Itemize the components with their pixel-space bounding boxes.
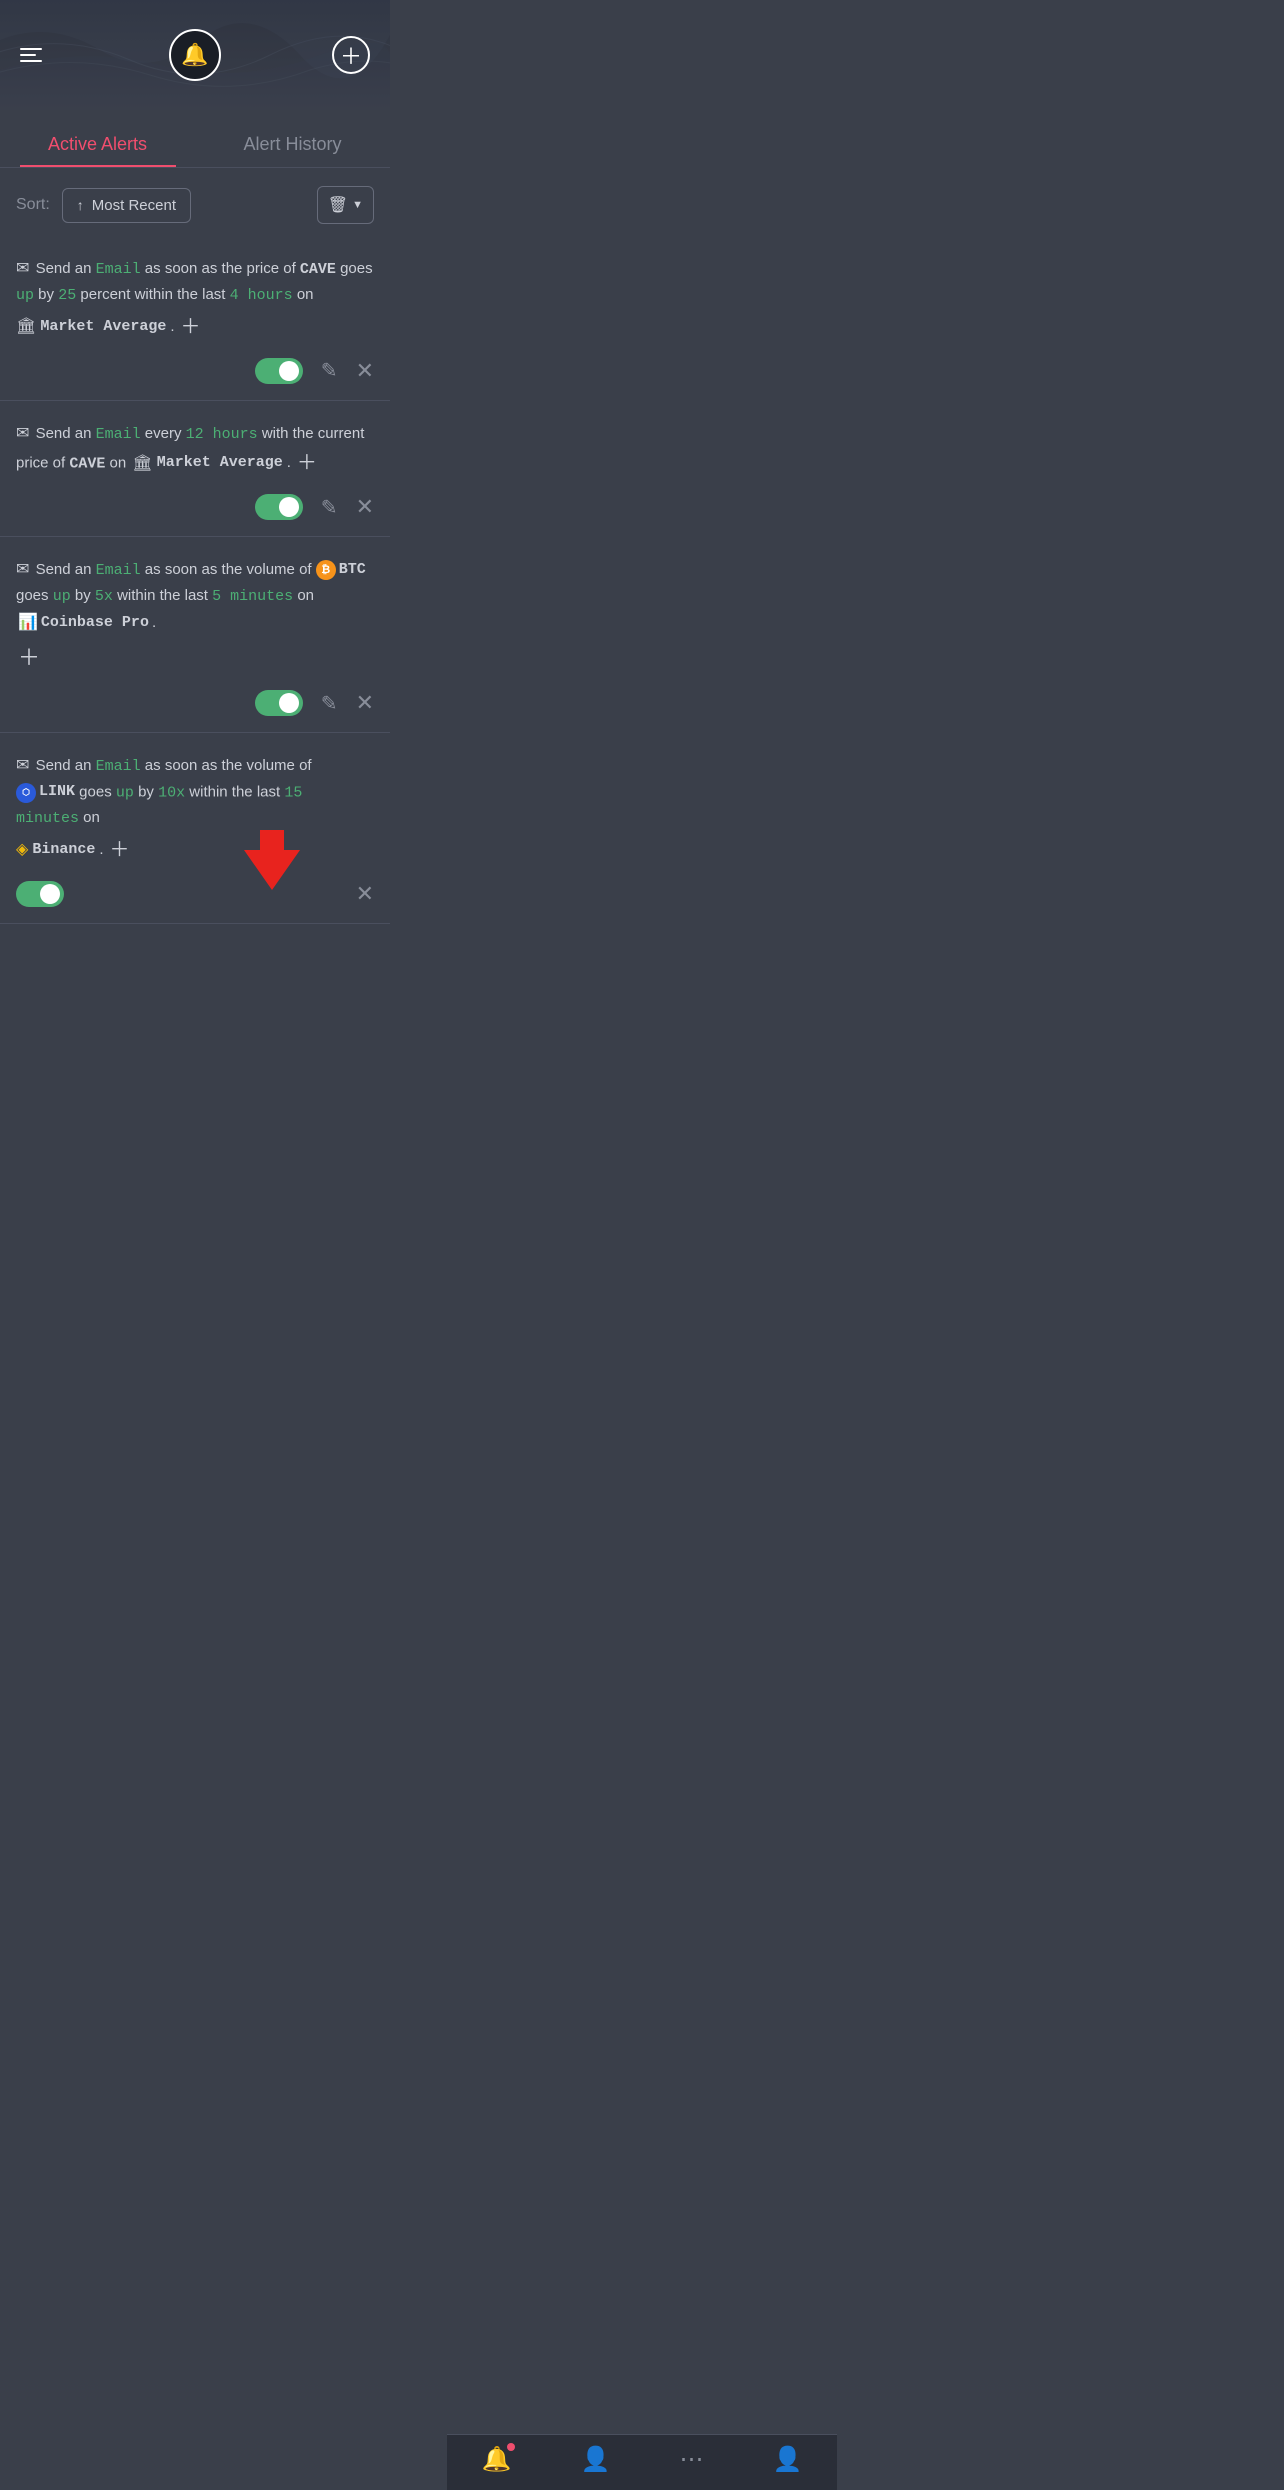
tab-active-alerts[interactable]: Active Alerts [0, 118, 195, 167]
trash-icon: 🗑 [328, 195, 348, 215]
alert-card-1: ✉ Send an Email as soon as the price of … [0, 236, 390, 401]
market-average-icon-2: 🏛 [132, 451, 152, 477]
toggle-3[interactable] [255, 690, 303, 716]
add-condition-button-1[interactable]: ＋ [181, 311, 201, 344]
delete-icon-2[interactable]: ✕ [356, 494, 374, 520]
link-coin-icon: ⬡ [16, 783, 36, 803]
edit-icon-3[interactable]: ✎ [321, 691, 338, 716]
alert-actions-3: ✎ ✕ [16, 690, 374, 716]
nav-portfolio[interactable]: 👤 [581, 2445, 611, 2474]
nav-alerts-icon: 🔔 [482, 2445, 512, 2474]
app-logo: 🔔 [169, 29, 221, 81]
alert-text-1: ✉ Send an Email as soon as the price of … [16, 256, 374, 344]
exchange-label-1: Market Average [40, 315, 166, 340]
delete-dropdown-icon: ▼ [352, 199, 363, 211]
alert-text-3: ✉ Send an Email as soon as the volume of… [16, 557, 374, 676]
add-condition-button-3[interactable]: ＋ [18, 640, 40, 676]
sort-label: Sort: [16, 196, 50, 214]
exchange-label-2: Market Average [157, 451, 283, 476]
add-alert-button[interactable]: ＋ [332, 36, 370, 74]
header: 🔔 ＋ [0, 0, 390, 110]
bottom-nav: 🔔 👤 ⋯ 👤 [447, 2434, 837, 2490]
toggle-2[interactable] [255, 494, 303, 520]
edit-icon-2[interactable]: ✎ [321, 495, 338, 520]
btc-label: BTC [339, 558, 366, 583]
toggle-4[interactable] [16, 881, 64, 907]
sort-bar: Sort: ↑ Most Recent 🗑 ▼ [0, 168, 390, 236]
coinbase-icon: 📊 [18, 610, 38, 636]
menu-button[interactable] [20, 48, 42, 62]
red-arrow-indicator [244, 830, 300, 895]
alert-card-3: ✉ Send an Email as soon as the volume of… [0, 537, 390, 733]
add-condition-button-4[interactable]: ＋ [110, 834, 130, 867]
nav-portfolio-icon: 👤 [581, 2445, 611, 2474]
alert-card-2: ✉ Send an Email every 12 hours with the … [0, 401, 390, 538]
tab-alert-history[interactable]: Alert History [195, 118, 390, 167]
sort-arrow-icon: ↑ [77, 197, 84, 213]
add-condition-button-2[interactable]: ＋ [297, 447, 317, 480]
alert-text-2: ✉ Send an Email every 12 hours with the … [16, 421, 374, 481]
tab-alert-history-label: Alert History [243, 134, 341, 154]
bell-logo-circle: 🔔 [169, 29, 221, 81]
alert-text-4: ✉ Send an Email as soon as the volume of… [16, 753, 374, 867]
alert-actions-2: ✎ ✕ [16, 494, 374, 520]
nav-alerts-badge [507, 2443, 515, 2451]
delete-button[interactable]: 🗑 ▼ [317, 186, 374, 224]
nav-account[interactable]: 👤 [773, 2445, 803, 2474]
sort-value-label: Most Recent [92, 197, 176, 214]
hamburger-icon [20, 48, 42, 62]
add-icon: ＋ [332, 36, 370, 74]
link-label: LINK [39, 780, 75, 805]
exchange-label-4: Binance [32, 838, 95, 863]
main-content: Sort: ↑ Most Recent 🗑 ▼ ✉ Send an Email … [0, 168, 390, 1004]
delete-icon-4[interactable]: ✕ [356, 881, 374, 907]
alert-card-4: ✉ Send an Email as soon as the volume of… [0, 733, 390, 924]
market-average-icon-1: 🏛 [16, 314, 36, 340]
exchange-label-3: Coinbase Pro [41, 611, 149, 636]
delete-icon-3[interactable]: ✕ [356, 690, 374, 716]
btc-coin-icon: ₿ [316, 560, 336, 580]
envelope-icon-2: ✉ [16, 421, 29, 447]
nav-account-icon: 👤 [773, 2445, 803, 2474]
envelope-icon-1: ✉ [16, 256, 29, 282]
binance-icon: ◈ [16, 837, 28, 863]
edit-icon-1[interactable]: ✎ [321, 358, 338, 383]
envelope-icon-4: ✉ [16, 753, 29, 779]
nav-alerts[interactable]: 🔔 [482, 2445, 512, 2474]
delete-icon-1[interactable]: ✕ [356, 358, 374, 384]
toggle-1[interactable] [255, 358, 303, 384]
nav-more-icon: ⋯ [679, 2445, 703, 2474]
tab-bar: Active Alerts Alert History [0, 118, 390, 168]
nav-more[interactable]: ⋯ [679, 2445, 703, 2474]
tab-active-alerts-label: Active Alerts [48, 134, 147, 154]
alert-actions-1: ✎ ✕ [16, 358, 374, 384]
envelope-icon-3: ✉ [16, 557, 29, 583]
sort-button[interactable]: ↑ Most Recent [62, 188, 191, 223]
alert-actions-4: ✕ [16, 881, 374, 907]
